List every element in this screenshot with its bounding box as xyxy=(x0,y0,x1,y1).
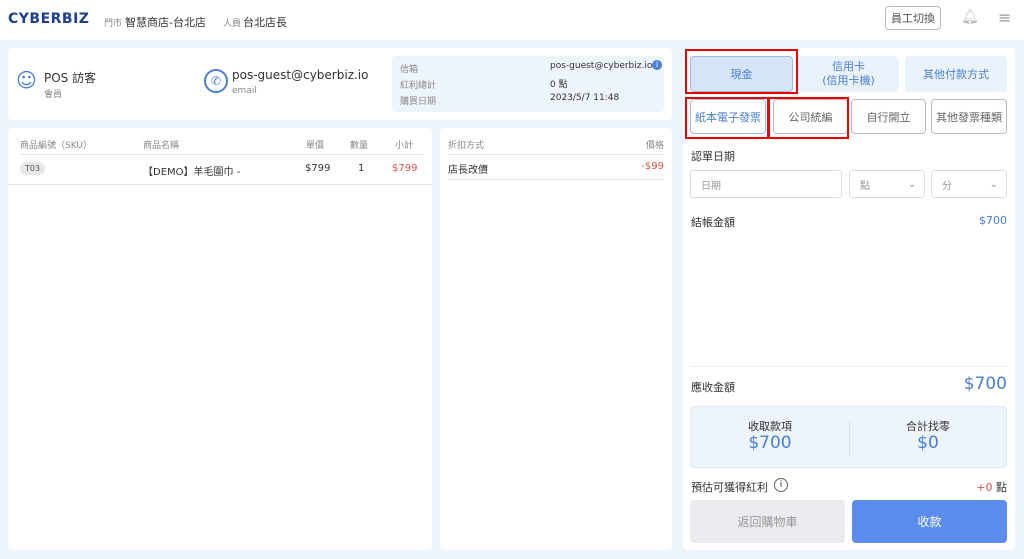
chevron-down-icon: ⌄ xyxy=(907,178,916,190)
col-subtotal: 小計 xyxy=(395,141,414,151)
col-qty: 數量 xyxy=(350,141,369,151)
invoice-paper-button[interactable]: 紙本電子發票 xyxy=(690,99,766,134)
store-name: 智慧商店-台北店 xyxy=(125,16,206,29)
collect-payment-button[interactable]: 收款 xyxy=(852,500,1007,543)
info-icon[interactable]: i xyxy=(652,60,662,70)
summary-box: 收取款項 $700 合計找零 $0 xyxy=(690,406,1007,468)
received-label: 收取款項 xyxy=(748,420,792,433)
item-subtotal: $799 xyxy=(392,163,418,174)
info-value: 2023/5/7 11:48 xyxy=(550,93,620,103)
invoice-company-button[interactable]: 公司統編 xyxy=(773,99,848,134)
customer-name: POS 訪客 xyxy=(44,71,97,85)
pay-cash-button[interactable]: 現金 xyxy=(690,56,793,92)
customer-contact: pos-guest@cyberbiz.io xyxy=(232,68,369,82)
user-icon: ☺ xyxy=(16,68,37,92)
bonus-unit: 點 xyxy=(996,481,1007,494)
customer-card: ☺ POS 訪客 會員 ✆ pos-guest@cyberbiz.io emai… xyxy=(8,48,672,120)
info-label: 信箱 xyxy=(400,65,419,75)
col-discount: 折扣方式 xyxy=(448,141,485,151)
bell-icon[interactable]: 🔔︎ xyxy=(961,9,979,25)
bonus-label: 預估可獲得紅利 xyxy=(691,481,768,494)
bonus-value: +0 xyxy=(976,481,993,494)
pay-other-button[interactable]: 其他付款方式 xyxy=(905,56,1007,92)
invoice-other-button[interactable]: 其他發票種類 xyxy=(931,99,1007,134)
col-sku: 商品編號（SKU） xyxy=(20,141,92,151)
info-value: 0 點 xyxy=(550,80,568,90)
minute-select[interactable]: 分 ⌄ xyxy=(931,170,1007,198)
item-qty: 1 xyxy=(358,163,365,174)
store-label: 門市 xyxy=(104,19,123,29)
header: CYBERBIZ 門市 智慧商店-台北店 人員 台北店長 員工切換 🔔︎ ≡ xyxy=(0,0,1024,40)
hour-select[interactable]: 點 ⌄ xyxy=(849,170,925,198)
item-price: $799 xyxy=(305,163,331,174)
sku-badge: T03 xyxy=(20,162,46,175)
table-row[interactable]: 店長改價 -$99 xyxy=(448,154,664,180)
col-name: 商品名稱 xyxy=(143,141,180,151)
chevron-down-icon: ⌄ xyxy=(989,178,998,190)
checkout-label: 結帳金額 xyxy=(691,216,735,229)
receivable-amount: $700 xyxy=(963,374,1007,394)
change-label: 合計找零 xyxy=(906,420,950,433)
switch-staff-button[interactable]: 員工切換 xyxy=(885,6,941,30)
date-placeholder: 日期 xyxy=(701,180,721,192)
discount-table: 折扣方式 價格 店長改價 -$99 xyxy=(440,128,672,550)
item-name: 【DEMO】羊毛圍巾 - xyxy=(143,167,241,178)
minute-placeholder: 分 xyxy=(942,180,952,192)
col-price: 單價 xyxy=(306,141,325,151)
info-icon[interactable]: i xyxy=(774,478,788,492)
logo: CYBERBIZ xyxy=(8,11,90,27)
staff-label: 人員 xyxy=(223,19,242,29)
customer-info: 信箱 紅利總計 購買日期 pos-guest@cyberbiz.io 0 點 2… xyxy=(392,56,664,112)
payment-panel: 現金 信用卡 (信用卡機) 其他付款方式 紙本電子發票 公司統編 自行開立 其他… xyxy=(683,48,1015,550)
discount-price: -$99 xyxy=(641,161,664,172)
date-label: 認單日期 xyxy=(691,150,735,163)
info-label: 紅利總計 xyxy=(400,81,437,91)
table-row[interactable]: T03 【DEMO】羊毛圍巾 - $799 1 $799 xyxy=(8,155,432,185)
contact-type: email xyxy=(232,86,257,96)
menu-icon[interactable]: ≡ xyxy=(998,8,1011,27)
phone-icon: ✆ xyxy=(204,69,228,93)
pay-credit-card-button[interactable]: 信用卡 (信用卡機) xyxy=(798,56,899,92)
divider xyxy=(691,366,1007,367)
date-input[interactable]: 日期 xyxy=(690,170,842,198)
col-discount-price: 價格 xyxy=(645,141,664,151)
discount-name: 店長改價 xyxy=(448,165,488,176)
change-amount: $0 xyxy=(917,433,939,453)
receivable-label: 應收金額 xyxy=(691,381,735,394)
staff-name: 台北店長 xyxy=(243,16,287,29)
customer-role: 會員 xyxy=(44,90,63,100)
hour-placeholder: 點 xyxy=(860,180,870,192)
checkout-amount: $700 xyxy=(979,214,1007,227)
invoice-self-button[interactable]: 自行開立 xyxy=(851,99,926,134)
back-to-cart-button[interactable]: 返回購物車 xyxy=(690,500,845,543)
items-table: 商品編號（SKU） 商品名稱 單價 數量 小計 T03 【DEMO】羊毛圍巾 -… xyxy=(8,128,432,550)
info-value: pos-guest@cyberbiz.io xyxy=(550,61,653,71)
received-amount: $700 xyxy=(748,433,792,453)
info-label: 購買日期 xyxy=(400,97,437,107)
